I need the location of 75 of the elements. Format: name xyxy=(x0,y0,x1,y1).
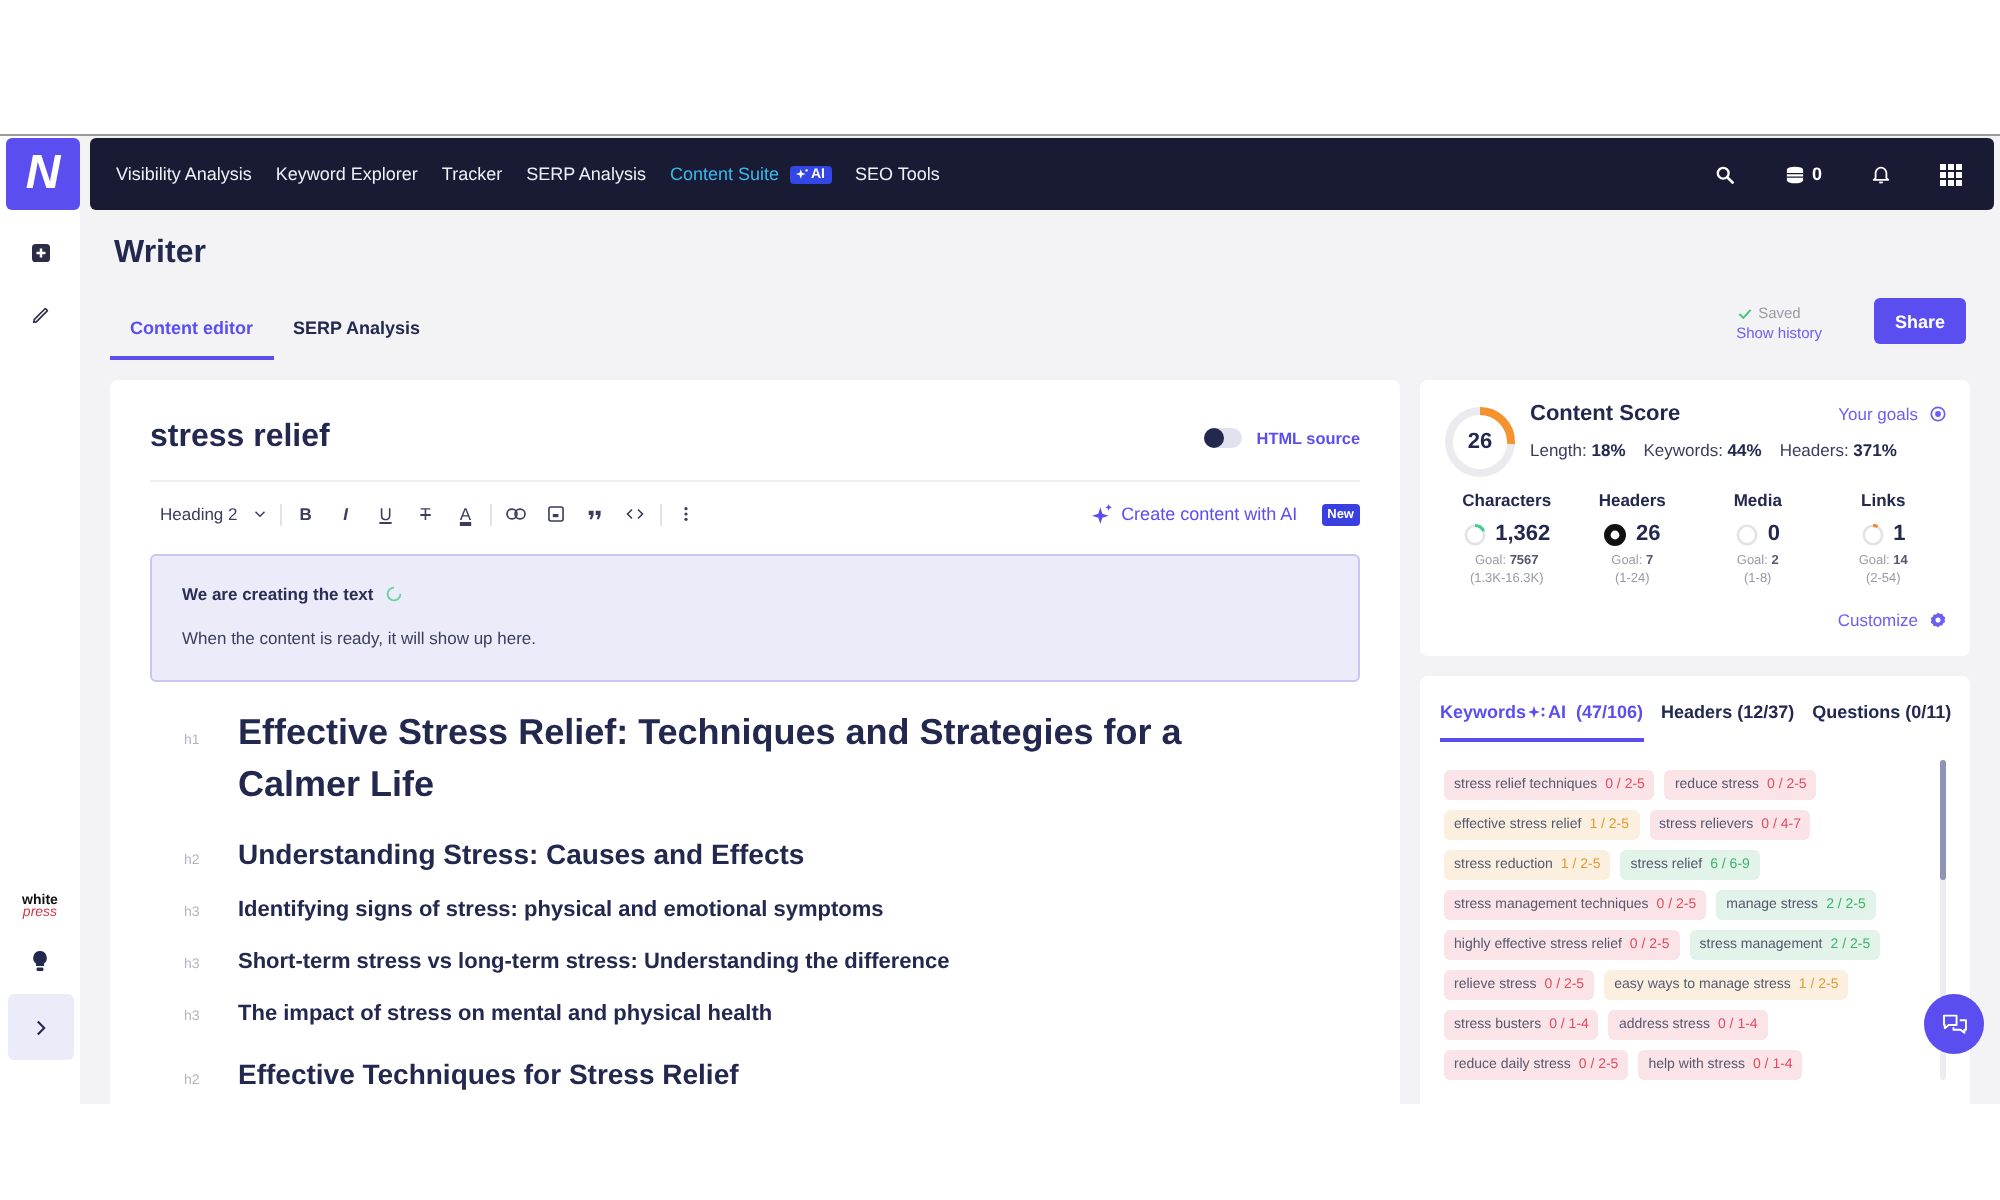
strikethrough-button[interactable]: T xyxy=(405,496,446,532)
loading-spinner-icon xyxy=(385,586,402,602)
heading-text[interactable]: Understanding Stress: Causes and Effects xyxy=(238,834,805,874)
metric-value: 0 xyxy=(1767,522,1780,546)
customize-link[interactable]: Customize xyxy=(1837,610,1946,630)
metric-value: 26 xyxy=(1636,522,1661,546)
nav-link[interactable]: SERP Analysis xyxy=(526,164,646,184)
code-icon[interactable] xyxy=(626,508,645,520)
keyword-panel-tab[interactable]: Questions (0/11) xyxy=(1812,696,1952,742)
notice-title: We are creating the text xyxy=(182,582,374,608)
pencil-icon[interactable] xyxy=(31,306,49,324)
metric-value: 1 xyxy=(1893,522,1906,546)
keyword-panel-tab[interactable]: Headers (12/37) xyxy=(1661,696,1795,742)
chat-bubbles-icon xyxy=(1941,1013,1967,1035)
bold-button[interactable]: B xyxy=(285,496,326,532)
score-value: 26 xyxy=(1465,428,1495,456)
metric-label: Links xyxy=(1861,490,1906,512)
nav-link[interactable]: SEO Tools xyxy=(855,164,940,184)
html-source-toggle[interactable] xyxy=(1204,428,1243,448)
chevron-right-icon xyxy=(35,1019,45,1035)
progress-ring xyxy=(1604,523,1626,545)
heading-text[interactable]: Identifying signs of stress: physical and emotional symptoms xyxy=(238,894,884,926)
search-icon[interactable] xyxy=(1715,165,1734,183)
underline-button[interactable]: U xyxy=(365,496,406,532)
metric-label: Media xyxy=(1733,490,1782,512)
more-icon[interactable] xyxy=(683,506,688,522)
bell-icon[interactable] xyxy=(1872,164,1890,184)
italic-button[interactable]: I xyxy=(325,496,366,532)
score-title: Content Score xyxy=(1530,402,1681,426)
text-color-button[interactable]: A xyxy=(445,496,486,532)
coin-stack-icon xyxy=(1783,165,1806,183)
share-button[interactable]: Share xyxy=(1874,298,1966,344)
progress-ring xyxy=(1861,523,1884,545)
page-title: Writer xyxy=(114,234,208,274)
notice-text: When the content is ready, it will show up here. xyxy=(182,626,539,652)
caret-down-icon xyxy=(253,510,266,518)
nav-link[interactable]: Tracker xyxy=(441,164,503,184)
document-title[interactable]: stress relief xyxy=(150,420,330,456)
nav-link[interactable]: Keyword Explorer xyxy=(275,164,418,184)
page-tab[interactable]: SERP Analysis xyxy=(273,300,441,360)
create-with-ai-button[interactable]: Create content with AI xyxy=(1091,504,1298,524)
add-icon[interactable] xyxy=(31,244,49,262)
metric-label: Headers xyxy=(1598,490,1666,512)
metric-value: 1,362 xyxy=(1495,522,1551,546)
score-breakdown-item: Keywords: 44% xyxy=(1643,438,1762,462)
heading-text[interactable]: Effective Techniques for Stress Relief xyxy=(238,1054,739,1094)
score-ring xyxy=(1444,406,1516,478)
page-tab[interactable]: Content editor xyxy=(110,300,273,360)
your-goals-link[interactable]: Your goals xyxy=(1838,404,1946,424)
nav-link[interactable]: Visibility Analysis xyxy=(116,164,252,184)
settings-icon xyxy=(1930,612,1946,628)
progress-ring xyxy=(1735,523,1758,545)
html-source-label[interactable]: HTML source xyxy=(1256,429,1360,447)
score-breakdown-item: Headers: 371% xyxy=(1779,438,1897,462)
check-icon xyxy=(1738,308,1753,320)
target-icon xyxy=(1930,406,1946,422)
heading-text[interactable]: Short-term stress vs long-term stress: Understanding the difference xyxy=(238,946,950,978)
heading-text[interactable]: The impact of stress on mental and physical health xyxy=(238,998,773,1030)
credits-button[interactable]: 0 xyxy=(1783,164,1822,184)
app-logo[interactable]: N xyxy=(6,138,80,210)
image-icon[interactable] xyxy=(547,506,564,522)
scrollbar-thumb[interactable] xyxy=(1940,760,1946,880)
sparkle-icon xyxy=(795,168,807,180)
block-style-dropdown[interactable]: Heading 2 xyxy=(150,496,276,532)
heading-text[interactable]: Effective Stress Relief: Techniques and Strategies for a Calmer Life xyxy=(238,706,1238,810)
metric-label: Characters xyxy=(1462,490,1552,512)
score-breakdown-item: Length: 18% xyxy=(1530,438,1626,462)
quote-icon[interactable] xyxy=(588,509,603,519)
apps-grid-icon[interactable] xyxy=(1940,163,1962,185)
progress-ring xyxy=(1463,523,1486,545)
keyword-panel-tab[interactable]: Keywords AI (47/106) xyxy=(1440,696,1644,742)
lightbulb-icon[interactable] xyxy=(32,950,48,972)
sparkle-icon xyxy=(1528,704,1547,720)
link-icon[interactable] xyxy=(505,508,526,520)
sparkle-icon xyxy=(1091,504,1112,524)
